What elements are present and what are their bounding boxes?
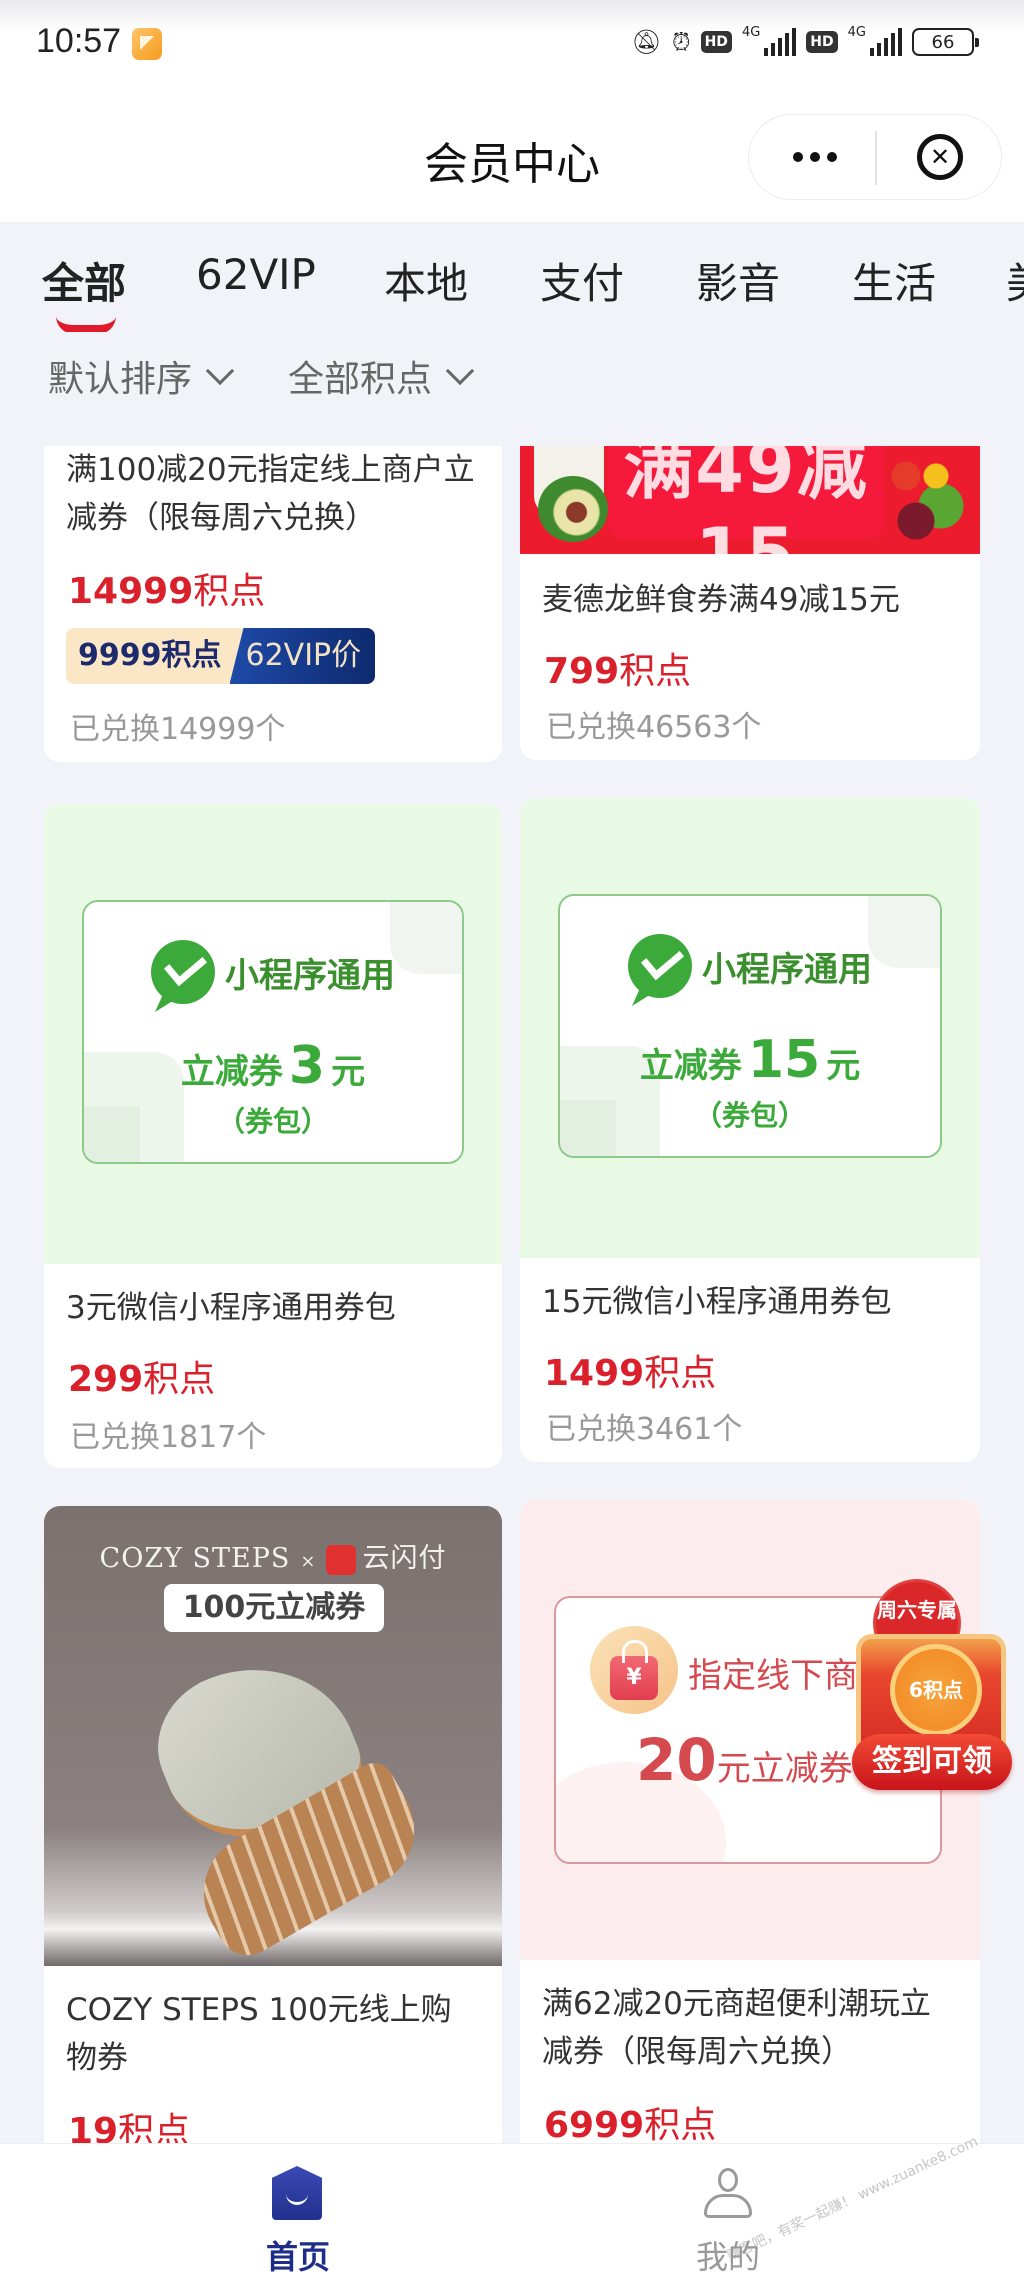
hd-icon: HD	[700, 31, 732, 53]
tab-local[interactable]: 本地	[384, 250, 468, 311]
points-coin: 6积点	[890, 1644, 982, 1736]
product-card[interactable]: COZY STEPS × 云闪付 100元立减券 COZY STEPS 100元线上…	[44, 1506, 502, 2206]
tab-life[interactable]: 生活	[852, 250, 936, 311]
points-filter-label: 全部积点	[288, 359, 433, 400]
mini-program-nav-bar: 会员中心 ✕	[0, 90, 1024, 222]
product-title: 3元微信小程序通用券包	[66, 1290, 396, 1326]
status-icons: 🔕︎ ⏰︎ HD 4G HD 4G 66	[631, 22, 979, 62]
product-card[interactable]: 满49减15 麦德龙鲜食券满49减15元 799积点 已兑换46563个	[520, 446, 980, 760]
alarm-icon: ⏰︎	[671, 28, 691, 56]
product-card[interactable]: 满100减20元指定线上商户立减券（限每周六兑换） 14999积点 9999积点…	[44, 446, 502, 762]
filter-bar: 默认排序 全部积点	[0, 340, 1024, 415]
signal-icon	[764, 28, 797, 56]
mute-bell-icon: 🔕︎	[631, 28, 662, 56]
tab-more[interactable]: 美	[1006, 250, 1024, 311]
notification-app-icon	[132, 28, 162, 60]
coupon-graphic: 小程序通用 立减券 3 元 （券包）	[82, 900, 464, 1164]
coupon-heading: 小程序通用	[702, 949, 872, 990]
product-price: 1499积点	[544, 1353, 717, 1394]
coupon-amount: 立减券 15 元	[639, 1030, 861, 1090]
network-type: 4G	[741, 24, 761, 40]
vip-label: 62VIP价	[229, 628, 376, 684]
banner-tag: 100元立减券	[164, 1584, 384, 1632]
shopping-bag-icon: ¥	[590, 1626, 678, 1714]
product-title: 满62减20元商超便利潮玩立减券（限每周六兑换）	[542, 1986, 931, 2070]
redeemed-count: 已兑换1817个	[70, 1420, 267, 1455]
status-time: 10:57	[36, 22, 122, 60]
network-type: 4G	[847, 24, 866, 40]
coupon-subtitle: （券包）	[693, 1099, 806, 1132]
category-tabs: 全部 62VIP 本地 支付 影音 生活 美	[0, 222, 1024, 332]
dot-icon	[793, 152, 803, 162]
brand-name: COZY STEPS	[99, 1543, 291, 1574]
more-options-button[interactable]	[785, 135, 845, 179]
vip-price-badge: 9999积点 62VIP价	[66, 628, 376, 684]
sign-in-claim-button[interactable]: 签到可领	[852, 1734, 1012, 1790]
product-title: 15元微信小程序通用券包	[542, 1284, 892, 1320]
product-card[interactable]: 小程序通用 立减券 15 元 （券包） 15元微信小程序通用券包 1499积点 已兑…	[520, 798, 980, 1462]
dot-icon	[810, 152, 820, 162]
tab-payment[interactable]: 支付	[540, 250, 624, 311]
capsule-menu: ✕	[748, 114, 1002, 200]
avocado-image	[538, 476, 608, 542]
chevron-down-icon	[205, 356, 235, 386]
product-card[interactable]: 小程序通用 立减券 3 元 （券包） 3元微信小程序通用券包 299积点 已兑换18…	[44, 804, 502, 1468]
partner-name: 云闪付	[362, 1543, 447, 1574]
capsule-divider	[875, 131, 877, 185]
coupon-graphic: 小程序通用 立减券 15 元 （券包）	[558, 894, 942, 1158]
bottom-tab-bar: 首页 我的	[0, 2143, 1024, 2276]
brand-line: COZY STEPS × 云闪付	[99, 1543, 447, 1575]
product-price: 299积点	[68, 1359, 216, 1400]
tab-all[interactable]: 全部	[42, 250, 126, 311]
product-banner: 小程序通用 立减券 3 元 （券包）	[44, 804, 502, 1264]
product-title: 满100减20元指定线上商户立减券（限每周六兑换）	[66, 452, 475, 536]
coupon-heading: 小程序通用	[225, 955, 395, 996]
redeemed-count: 已兑换14999个	[70, 712, 286, 747]
redeemed-count: 已兑换46563个	[546, 710, 762, 745]
sort-label: 默认排序	[48, 359, 193, 400]
user-icon	[704, 2168, 752, 2220]
status-bar: 10:57 🔕︎ ⏰︎ HD 4G HD 4G 66	[0, 0, 1024, 90]
product-title: COZY STEPS 100元线上购物券	[66, 1992, 452, 2076]
product-banner: 满49减15	[520, 446, 980, 595]
close-button[interactable]: ✕	[917, 134, 963, 180]
tab-62vip[interactable]: 62VIP	[196, 250, 316, 299]
vegetables-image	[866, 446, 966, 546]
home-icon	[272, 2166, 322, 2220]
product-price: 14999积点	[68, 571, 266, 612]
battery-level: 66	[931, 31, 955, 53]
sort-dropdown[interactable]: 默认排序	[48, 350, 235, 402]
product-price: 799积点	[544, 651, 692, 692]
coupon-amount: 20元立减券	[636, 1726, 853, 1794]
product-price: 6999积点	[544, 2105, 717, 2146]
signal-icon	[870, 28, 902, 56]
dot-icon	[827, 152, 837, 162]
battery-icon: 66	[912, 28, 979, 56]
chevron-down-icon	[445, 356, 475, 386]
wechat-logo-icon	[151, 940, 215, 1004]
coupon-subtitle: （券包）	[216, 1105, 329, 1138]
hd-icon: HD	[806, 31, 838, 53]
active-tab-indicator	[56, 316, 116, 332]
vip-price: 9999积点	[66, 628, 244, 684]
unionpay-quickpass-logo-icon	[326, 1544, 357, 1575]
bottom-tab-label: 首页	[265, 2238, 330, 2276]
coupon-amount: 立减券 3 元	[180, 1036, 366, 1096]
points-dropdown[interactable]: 全部积点	[288, 350, 475, 402]
redeemed-count: 已兑换3461个	[546, 1412, 743, 1447]
wechat-logo-icon	[628, 934, 692, 998]
product-banner: COZY STEPS × 云闪付 100元立减券	[44, 1506, 502, 1967]
product-banner: 小程序通用 立减券 15 元 （券包）	[520, 798, 980, 1258]
banner-text: 满49减15	[623, 446, 869, 595]
tab-media[interactable]: 影音	[696, 250, 780, 311]
close-icon: ✕	[929, 143, 951, 171]
sign-in-reward-widget[interactable]: 周六专属 6积点 签到可领	[852, 1582, 1012, 1807]
product-title: 麦德龙鲜食券满49减15元	[542, 582, 900, 618]
